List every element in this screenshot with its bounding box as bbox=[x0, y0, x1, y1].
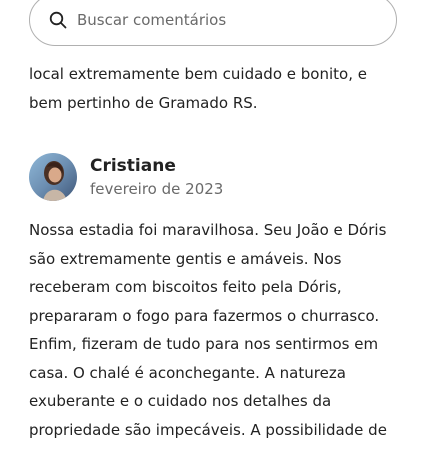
reviewer-name: Cristiane bbox=[90, 156, 176, 176]
avatar[interactable] bbox=[29, 153, 77, 201]
review-date: fevereiro de 2023 bbox=[90, 180, 224, 198]
search-input[interactable] bbox=[77, 11, 357, 29]
review-header: Cristiane fevereiro de 2023 bbox=[29, 153, 223, 201]
reviews-page: local extremamente bem cuidado e bonito,… bbox=[0, 0, 427, 450]
reviewer-meta: Cristiane fevereiro de 2023 bbox=[90, 154, 223, 200]
search-bar[interactable] bbox=[29, 0, 397, 46]
review-text: Nossa estadia foi maravilhosa. Seu João … bbox=[29, 221, 387, 439]
previous-review-text: local extremamente bem cuidado e bonito,… bbox=[29, 65, 367, 112]
search-icon bbox=[48, 10, 68, 30]
